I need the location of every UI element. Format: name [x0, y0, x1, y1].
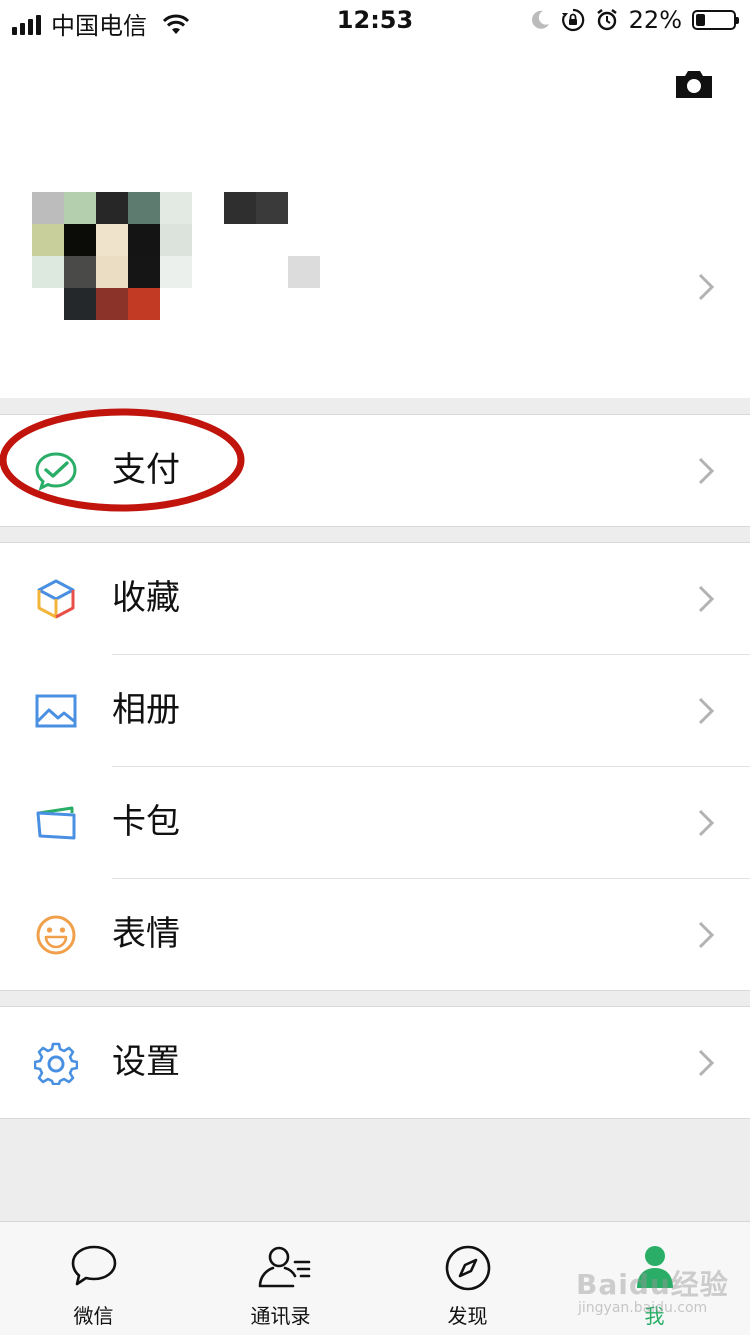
avatar[interactable]: [32, 192, 192, 320]
chevron-right-icon: [698, 809, 715, 837]
menu-item-label: 设置: [112, 1042, 180, 1082]
menu-item-label: 卡包: [112, 802, 180, 842]
tab-label: 通讯录: [250, 1304, 311, 1328]
chevron-right-icon: [698, 921, 715, 949]
menu-item-album[interactable]: 相册: [0, 655, 750, 767]
menu-item-settings[interactable]: 设置: [0, 1007, 750, 1118]
menu-item-label: 表情: [112, 914, 180, 954]
tab-chats[interactable]: 微信: [0, 1222, 187, 1335]
battery-icon: [692, 10, 739, 30]
chevron-right-icon: [698, 585, 715, 613]
camera-icon[interactable]: [674, 68, 714, 100]
menu-item-stickers[interactable]: 表情: [0, 879, 750, 990]
settings-group: 设置: [0, 1006, 750, 1119]
menu-item-label: 收藏: [112, 578, 180, 618]
status-bar: 中国电信 12:53 22%: [0, 0, 750, 40]
alarm-clock-icon: [596, 9, 617, 31]
tab-contacts[interactable]: 通讯录: [187, 1222, 374, 1335]
bottom-tab-bar: 微信 通讯录 发现 我 Baidu经验 jingyan.baidu.com: [0, 1221, 750, 1335]
album-picture-icon: [35, 694, 77, 728]
chevron-right-icon: [698, 1049, 715, 1077]
menu-item-favorites[interactable]: 收藏: [0, 543, 750, 655]
features-group: 收藏 相册 卡包 表情: [0, 542, 750, 991]
chevron-right-icon: [698, 457, 715, 485]
menu-item-label: 相册: [112, 690, 180, 730]
wechat-id-blurred: [288, 256, 320, 288]
tab-label: 微信: [73, 1304, 114, 1328]
watermark-url: jingyan.baidu.com: [578, 1300, 708, 1316]
contacts-icon: [258, 1246, 311, 1288]
chat-bubble-icon: [71, 1245, 117, 1286]
menu-item-card-wallet[interactable]: 卡包: [0, 767, 750, 879]
chevron-right-icon: [698, 273, 715, 301]
do-not-disturb-moon-icon: [531, 10, 549, 29]
rotation-lock-icon: [561, 8, 584, 32]
annotation-ellipse: [0, 408, 245, 512]
favorites-cube-icon: [37, 579, 75, 619]
gear-icon: [34, 1042, 78, 1085]
battery-percentage: 22%: [628, 6, 682, 34]
tab-label: 发现: [447, 1304, 488, 1328]
tab-discover[interactable]: 发现: [374, 1222, 561, 1335]
watermark-brand: Baidu经验: [576, 1268, 729, 1301]
chevron-right-icon: [698, 697, 715, 725]
sticker-smile-icon: [36, 915, 76, 955]
compass-icon: [445, 1245, 491, 1291]
card-wallet-icon: [36, 806, 76, 840]
profile-header[interactable]: [0, 40, 750, 398]
nickname-blurred: [224, 192, 288, 224]
